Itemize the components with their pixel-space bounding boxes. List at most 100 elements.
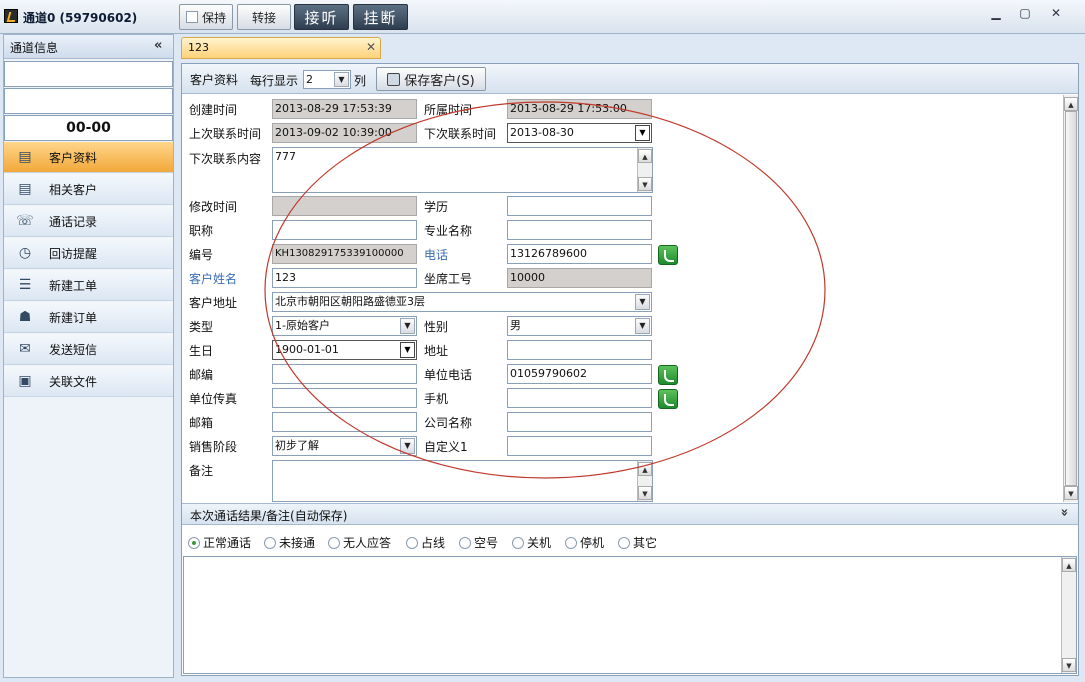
transfer-button[interactable]: 转接 [237,4,291,30]
tab-customer-123[interactable]: 123 ✕ [181,37,381,59]
minimize-icon[interactable]: ▁ [987,6,1005,20]
birthday-value: 1900-01-01 [275,343,339,356]
radio-unchecked[interactable] [618,536,630,549]
sidebar-item-followup-reminder[interactable]: ◷ 回访提醒 [4,238,173,269]
chevron-down-icon[interactable]: ▼ [635,294,650,310]
collapse-icon[interactable]: « [154,38,162,53]
scroll-up-icon[interactable]: ▲ [638,149,652,163]
result-option-suspended[interactable]: 停机 [565,534,604,551]
next-content-textarea[interactable]: 777 ▲ ▼ [272,147,653,193]
sidebar-item-label: 通话记录 [49,214,98,229]
radio-unchecked[interactable] [459,536,471,549]
sales-stage-label: 销售阶段 [189,440,238,454]
result-option-no-answer[interactable]: 无人应答 [328,534,391,551]
form-scroll-thumb[interactable] [1065,111,1077,486]
result-option-busy[interactable]: 占线 [406,534,445,551]
sidebar-item-customer-info[interactable]: ▤ 客户资料 [4,142,173,173]
custom1-field[interactable] [507,436,652,456]
hold-checkbox[interactable] [185,11,198,23]
result-option-label: 关机 [527,536,552,550]
call-notes-textarea[interactable]: ▲ ▼ [183,556,1077,674]
dial-phone-icon[interactable] [658,245,678,265]
cols-label: 列 [354,74,367,88]
education-field[interactable] [507,196,652,216]
result-option-normal[interactable]: 正常通话 [188,534,251,551]
customer-name-field[interactable]: 123 [272,268,417,288]
radio-checked[interactable] [188,536,200,549]
scroll-down-icon[interactable]: ▼ [638,177,652,191]
type-select[interactable]: 1-原始客户 ▼ [272,316,417,336]
radio-unchecked[interactable] [328,536,340,549]
zip-field[interactable] [272,364,417,384]
per-row-value: 2 [306,73,313,86]
radio-unchecked[interactable] [565,536,577,549]
person-list-icon: ☰ [18,277,32,293]
radio-unchecked[interactable] [512,536,524,549]
result-option-not-connected[interactable]: 未接通 [264,534,315,551]
job-title-field[interactable] [272,220,417,240]
sales-stage-select[interactable]: 初步了解 ▼ [272,436,417,456]
mobile-field[interactable] [507,388,652,408]
window-title: 通道0 (59790602) [23,11,138,25]
radio-unchecked[interactable] [264,536,276,549]
birthday-date-picker[interactable]: 1900-01-01 ▼ [272,340,417,360]
scroll-up-icon[interactable]: ▲ [1064,97,1078,111]
radio-unchecked[interactable] [406,536,418,549]
per-row-label: 每行显示 [250,74,299,88]
sidebar-header: 通道信息 « [4,35,173,59]
maximize-icon[interactable]: ▢ [1016,6,1034,20]
company-field[interactable] [507,412,652,432]
customer-toolbar: 客户资料 每行显示 2 ▼ 列 保存客户(S) [182,64,1078,94]
customer-address-select[interactable]: 北京市朝阳区朝阳路盛德亚3层 ▼ [272,292,652,312]
customer-panel: 客户资料 每行显示 2 ▼ 列 保存客户(S) ▲ ▼ 创建时间 2013-08… [181,63,1079,676]
phone-field[interactable]: 13126789600 [507,244,652,264]
scroll-down-icon[interactable]: ▼ [638,486,652,500]
sidebar-item-call-records[interactable]: ☏ 通话记录 [4,206,173,237]
sidebar-item-new-order[interactable]: ☗ 新建订单 [4,302,173,333]
code-label: 编号 [189,248,214,262]
dial-mobile-icon[interactable] [658,389,678,409]
major-field[interactable] [507,220,652,240]
sidebar-item-new-ticket[interactable]: ☰ 新建工单 [4,270,173,301]
scroll-down-icon[interactable]: ▼ [1064,486,1078,500]
textarea-scrollbar[interactable]: ▲ ▼ [637,461,652,501]
chevron-down-icon[interactable]: ▼ [334,72,349,87]
gender-select[interactable]: 男 ▼ [507,316,652,336]
per-row-select[interactable]: 2 ▼ [303,70,351,89]
address-field[interactable] [507,340,652,360]
sidebar-item-label: 相关客户 [49,182,98,197]
save-customer-button[interactable]: 保存客户(S) [376,67,486,91]
remark-textarea[interactable]: ▲ ▼ [272,460,653,502]
address-label: 地址 [424,344,449,358]
type-value: 1-原始客户 [275,319,330,332]
expand-icon[interactable]: » [1057,508,1072,516]
sidebar-item-linked-files[interactable]: ▣ 关联文件 [4,366,173,397]
sidebar-item-related-customers[interactable]: ▤ 相关客户 [4,174,173,205]
chevron-down-icon[interactable]: ▼ [400,318,415,334]
tab-close-icon[interactable]: ✕ [366,40,376,54]
chevron-down-icon[interactable]: ▼ [400,342,415,358]
work-phone-field[interactable]: 01059790602 [507,364,652,384]
result-option-powered-off[interactable]: 关机 [512,534,551,551]
textarea-scrollbar[interactable]: ▲ ▼ [637,148,652,192]
scroll-up-icon[interactable]: ▲ [638,462,652,476]
answer-button[interactable]: 接听 [294,4,349,30]
close-icon[interactable]: ✕ [1047,6,1065,20]
scroll-down-icon[interactable]: ▼ [1062,658,1076,672]
sidebar-item-send-sms[interactable]: ✉ 发送短信 [4,334,173,365]
sidebar-item-label: 回访提醒 [49,246,98,261]
hangup-button[interactable]: 挂断 [353,4,408,30]
notes-scrollbar[interactable]: ▲ ▼ [1061,557,1076,673]
result-option-other[interactable]: 其它 [618,534,657,551]
next-contact-date-picker[interactable]: 2013-08-30 ▼ [507,123,652,143]
result-option-empty-number[interactable]: 空号 [459,534,498,551]
email-field[interactable] [272,412,417,432]
chevron-down-icon[interactable]: ▼ [400,438,415,454]
chevron-down-icon[interactable]: ▼ [635,318,650,334]
fax-field[interactable] [272,388,417,408]
form-scrollbar[interactable]: ▲ ▼ [1063,95,1078,502]
chevron-down-icon[interactable]: ▼ [635,125,650,141]
dial-work-phone-icon[interactable] [658,365,678,385]
scroll-up-icon[interactable]: ▲ [1062,558,1076,572]
hold-button[interactable]: 保持 [179,4,233,30]
